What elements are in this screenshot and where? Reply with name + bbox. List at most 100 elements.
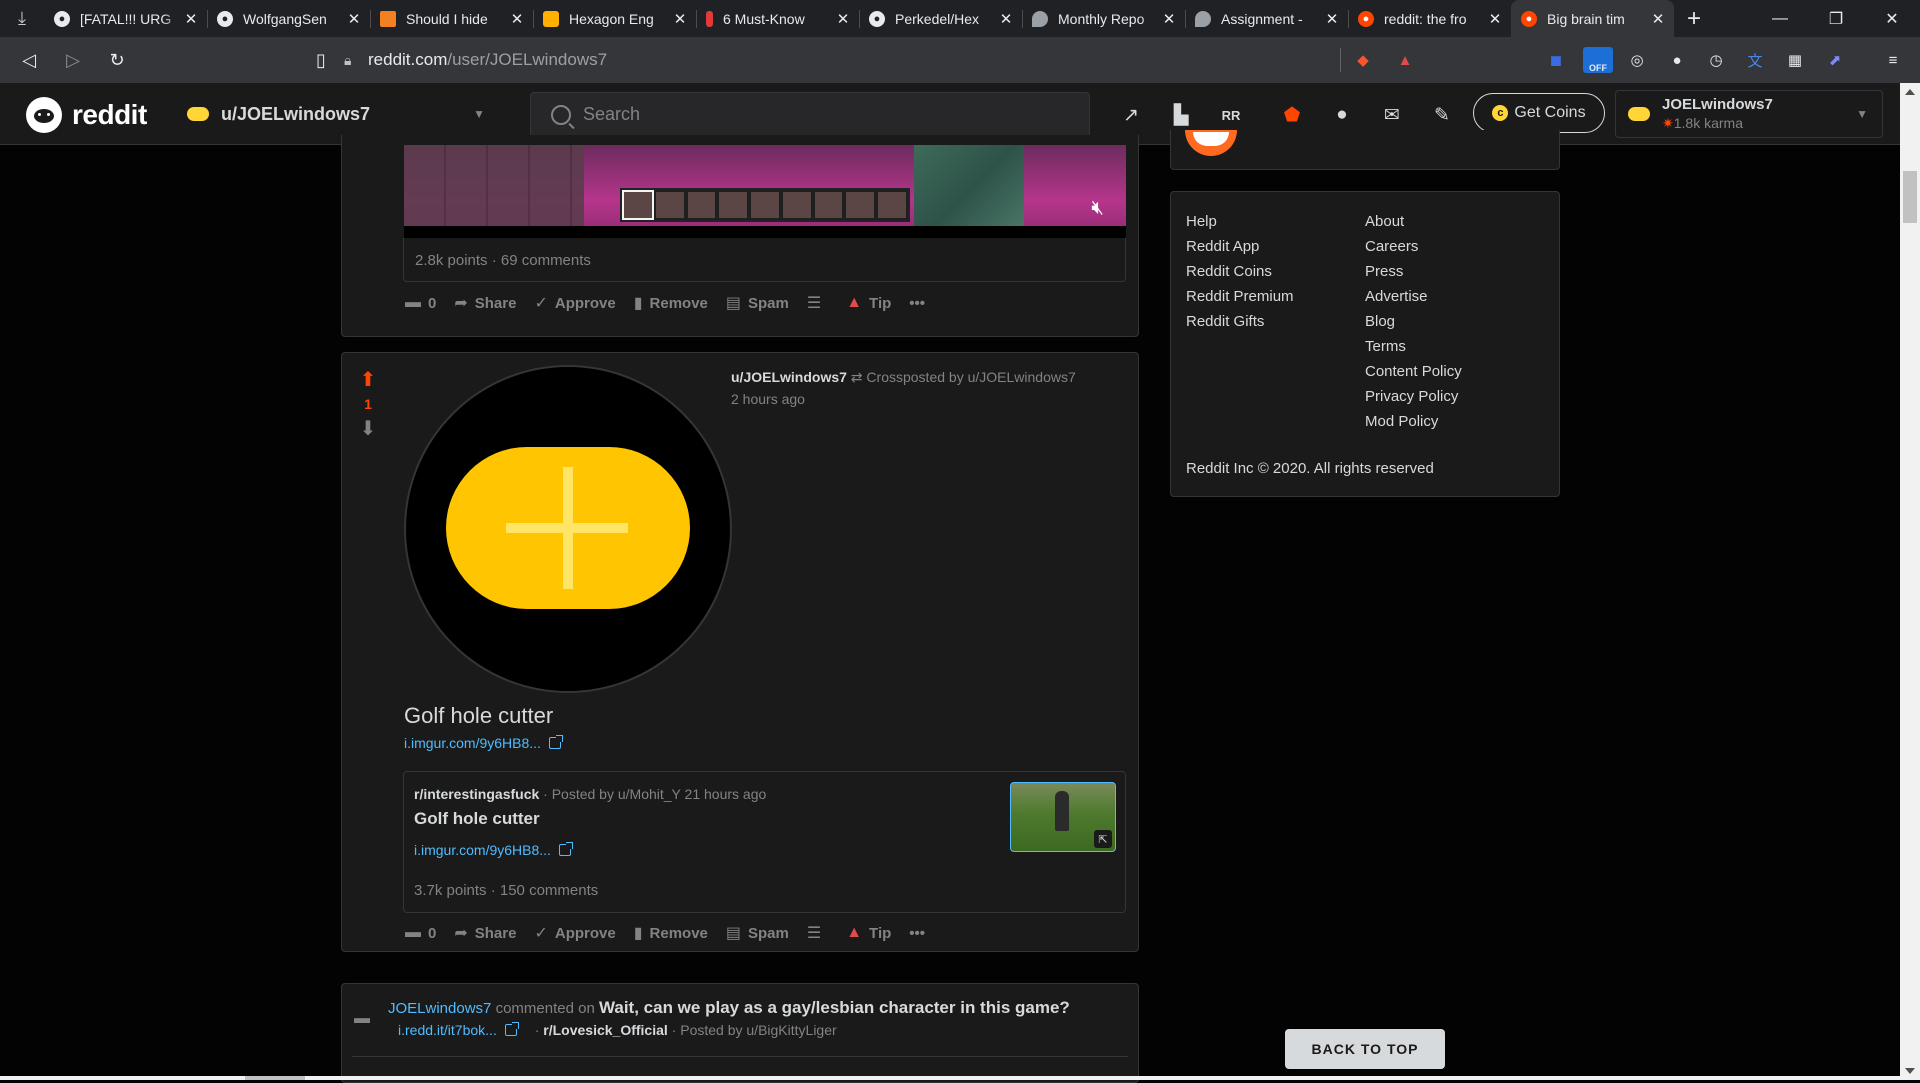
new-tab-button[interactable]: + (1674, 0, 1714, 37)
footer-link[interactable]: About (1365, 209, 1462, 234)
download-icon[interactable]: ⤓ (0, 0, 44, 37)
vertical-scrollbar[interactable] (1900, 83, 1920, 1080)
original-subreddit[interactable]: r/interestingasfuck (414, 786, 539, 802)
all-icon[interactable]: ▙ (1166, 100, 1196, 130)
extension-shield-icon[interactable]: ◼ (1543, 47, 1569, 73)
footer-link[interactable]: Terms (1365, 334, 1462, 359)
footer-link[interactable]: Reddit Premium (1186, 284, 1294, 309)
close-tab-icon[interactable]: ✕ (672, 10, 688, 28)
footer-link[interactable]: Privacy Policy (1365, 384, 1462, 409)
post-link[interactable]: i.imgur.com/9y6HB8... (404, 735, 563, 751)
url-bar[interactable]: 🔒︎ reddit.com/user/JOELwindows7 (344, 44, 1344, 76)
reddit-logo[interactable]: reddit (26, 97, 147, 133)
original-link[interactable]: i.imgur.com/9y6HB8... (414, 842, 573, 858)
original-post-embed[interactable]: r/interestingasfuck · Posted by u/Mohit_… (403, 771, 1126, 913)
forward-icon[interactable]: ▷ (54, 45, 92, 75)
close-tab-icon[interactable]: ✕ (998, 10, 1014, 28)
share-button[interactable]: ➦ Share (454, 293, 516, 313)
footer-link[interactable]: Reddit Gifts (1186, 309, 1294, 334)
minimize-icon[interactable]: — (1752, 0, 1808, 37)
share-button[interactable]: ➦ Share (454, 923, 516, 943)
spam-button[interactable]: ▤ Spam (726, 923, 789, 943)
extension-off-icon[interactable]: OFF (1583, 47, 1613, 73)
remove-button[interactable]: ▮ Remove (634, 293, 708, 313)
horizontal-scrollbar[interactable] (0, 1076, 1900, 1080)
more-options-button[interactable]: ••• (909, 925, 925, 942)
browser-tab[interactable]: Hexagon Eng ✕ (533, 0, 696, 37)
comment-card[interactable]: ▬ JOELwindows7 commented on Wait, can we… (341, 983, 1139, 1083)
browser-tab[interactable]: ● [FATAL!!! URG ✕ (44, 0, 207, 37)
remove-button[interactable]: ▮ Remove (634, 923, 708, 943)
close-window-icon[interactable]: ✕ (1864, 0, 1920, 37)
browser-tab[interactable]: Monthly Repo ✕ (1022, 0, 1185, 37)
close-tab-icon[interactable]: ✕ (1324, 10, 1340, 28)
lightbulb-icon[interactable]: ◎ (1624, 47, 1650, 73)
post-video[interactable]: 🔇︎ (404, 145, 1126, 238)
footer-link[interactable]: Press (1365, 259, 1462, 284)
close-tab-icon[interactable]: ✕ (346, 10, 362, 28)
profile-avatar-image[interactable] (404, 365, 732, 693)
brave-shield-icon[interactable]: ◆ (1350, 47, 1376, 73)
mod-shield-icon[interactable]: ⬟ (1277, 100, 1307, 130)
reload-icon[interactable]: ↻ (98, 45, 136, 75)
back-icon[interactable]: ◁ (10, 45, 48, 75)
approve-button[interactable]: ✓ Approve (534, 923, 615, 943)
browser-tab[interactable]: Should I hide ✕ (370, 0, 533, 37)
crosspost-text[interactable]: Crossposted by u/JOELwindows7 (866, 369, 1075, 385)
close-tab-icon[interactable]: ✕ (1487, 10, 1503, 28)
upvote-icon[interactable]: ⬆ (356, 367, 380, 392)
brave-rewards-icon[interactable]: ▲ (1392, 47, 1418, 73)
scroll-down-icon[interactable] (1905, 1068, 1915, 1074)
translate-icon[interactable]: 文 (1742, 47, 1768, 73)
back-to-top-button[interactable]: BACK TO TOP (1285, 1029, 1445, 1069)
approve-button[interactable]: ✓ Approve (534, 293, 615, 313)
grid-icon[interactable]: ▦ (1782, 47, 1808, 73)
footer-link[interactable]: Reddit Coins (1186, 259, 1294, 284)
footer-link[interactable]: Careers (1365, 234, 1462, 259)
footer-link[interactable]: Content Policy (1365, 359, 1462, 384)
footer-link[interactable]: Blog (1365, 309, 1462, 334)
scroll-thumb[interactable] (245, 1076, 305, 1080)
downvote-icon[interactable]: ⬇ (356, 416, 380, 441)
original-thumbnail[interactable]: ⇱ (1010, 782, 1116, 852)
browser-tab[interactable]: ● WolfgangSen ✕ (207, 0, 370, 37)
tip-button[interactable]: ▲ Tip (846, 924, 891, 942)
close-tab-icon[interactable]: ✕ (1161, 10, 1177, 28)
get-coins-button[interactable]: c Get Coins (1473, 93, 1605, 133)
footer-link[interactable]: Mod Policy (1365, 409, 1462, 434)
search-input[interactable] (583, 104, 1063, 125)
close-tab-icon[interactable]: ✕ (1650, 10, 1666, 28)
octocat-icon[interactable]: ● (1664, 47, 1690, 73)
user-menu[interactable]: JOELwindows7 ✷1.8k karma ▼ (1615, 90, 1883, 138)
footer-link[interactable]: Help (1186, 209, 1294, 234)
browser-tab[interactable]: ● Perkedel/Hex ✕ (859, 0, 1022, 37)
close-tab-icon[interactable]: ✕ (183, 10, 199, 28)
search-box[interactable] (530, 92, 1090, 137)
browser-tab[interactable]: 6 Must-Know ✕ (696, 0, 859, 37)
comment-user[interactable]: JOELwindows7 (388, 1000, 491, 1017)
rpan-icon[interactable]: RR (1216, 100, 1246, 130)
comment-post-title[interactable]: Wait, can we play as a gay/lesbian chara… (599, 998, 1070, 1017)
scroll-thumb[interactable] (1903, 171, 1917, 223)
mod-list-button[interactable]: ☰ (807, 923, 828, 943)
restore-icon[interactable]: ❐ (1808, 0, 1864, 37)
comments-button[interactable]: ▬ 0 (405, 294, 436, 312)
mail-icon[interactable]: ✉ (1377, 100, 1407, 130)
tip-button[interactable]: ▲ Tip (846, 294, 891, 312)
post-title[interactable]: Golf hole cutter (404, 703, 553, 729)
mod-list-button[interactable]: ☰ (807, 293, 828, 313)
browser-tab[interactable]: ● reddit: the fro ✕ (1348, 0, 1511, 37)
chat-icon[interactable]: ● (1327, 100, 1357, 130)
more-options-button[interactable]: ••• (909, 295, 925, 312)
browser-tab-active[interactable]: ● Big brain tim ✕ (1511, 0, 1674, 37)
create-post-icon[interactable]: ✎ (1427, 100, 1457, 130)
feed-selector[interactable]: u/JOELwindows7 ▼ (181, 92, 495, 136)
menu-icon[interactable]: ≡ (1880, 47, 1906, 73)
original-title[interactable]: Golf hole cutter (414, 809, 540, 829)
video-progress-bar[interactable] (404, 226, 1126, 238)
cursor-icon[interactable]: ⬈ (1822, 47, 1848, 73)
close-tab-icon[interactable]: ✕ (835, 10, 851, 28)
browser-tab[interactable]: Assignment - ✕ (1185, 0, 1348, 37)
post-author[interactable]: u/JOELwindows7 (731, 369, 847, 385)
close-tab-icon[interactable]: ✕ (509, 10, 525, 28)
